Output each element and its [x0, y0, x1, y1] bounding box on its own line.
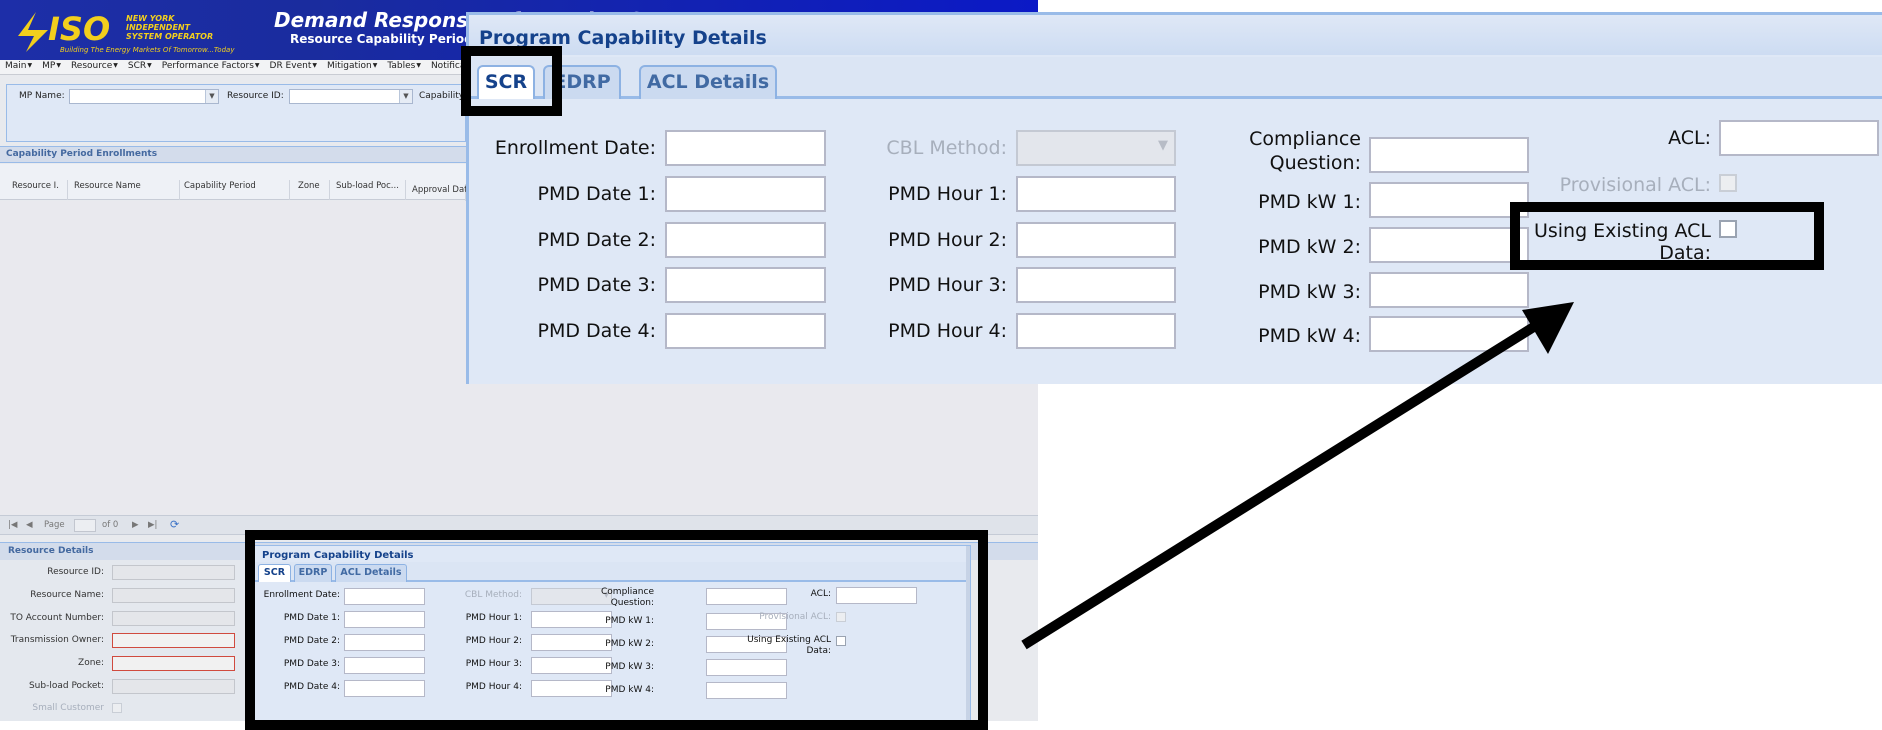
callout-arrow [1021, 302, 1574, 650]
